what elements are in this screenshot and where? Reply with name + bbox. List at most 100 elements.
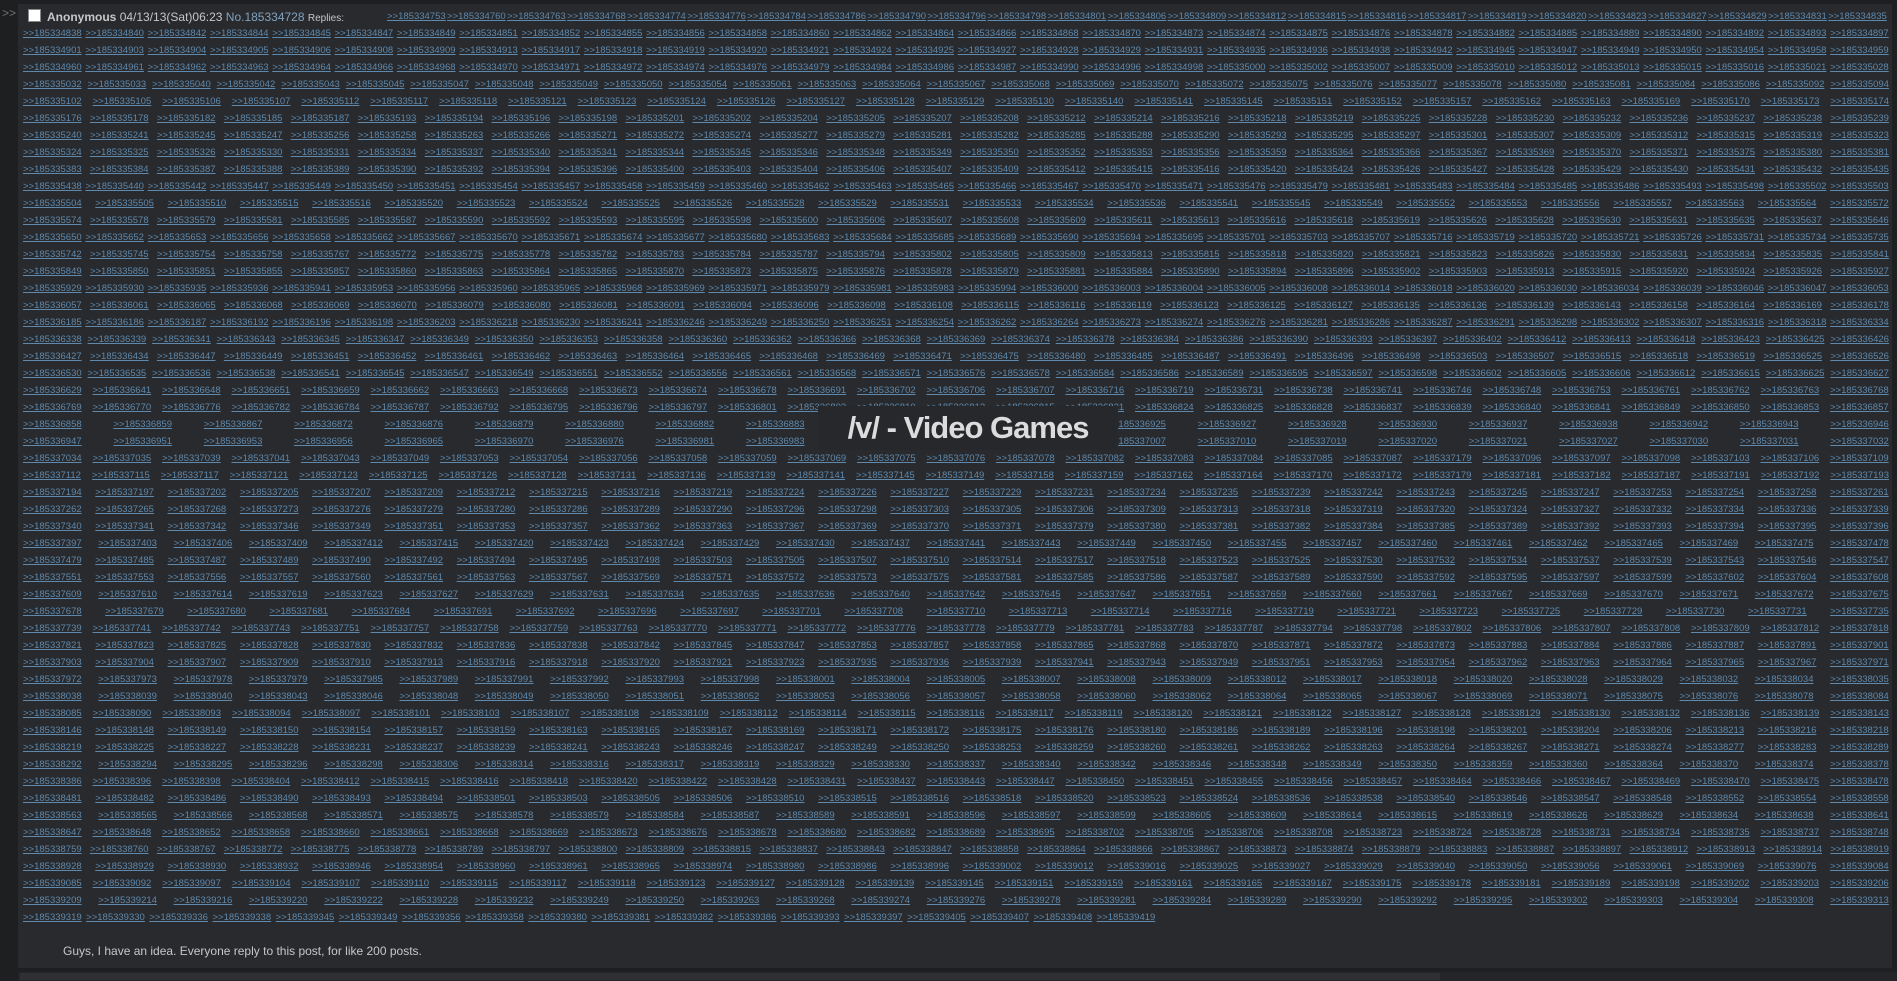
reply-link[interactable]: >>185337261 [1830,484,1889,501]
reply-link[interactable]: >>185338043 [249,688,308,705]
reply-link[interactable]: >>185337172 [1343,467,1402,484]
reply-link[interactable]: >>185337739 [23,620,82,637]
reply-link[interactable]: >>185335556 [1541,195,1600,212]
reply-link[interactable]: >>185335128 [856,93,915,110]
reply-link[interactable]: >>185338470 [1691,773,1750,790]
reply-link[interactable]: >>185337669 [1529,586,1588,603]
reply-link[interactable]: >>185336597 [1314,365,1373,382]
reply-link[interactable]: >>185338946 [312,858,371,875]
reply-link[interactable]: >>185339165 [1204,875,1263,892]
reply-link[interactable]: >>185336485 [1094,348,1153,365]
reply-link[interactable]: >>185338051 [625,688,684,705]
reply-link[interactable]: >>185337556 [168,569,227,586]
reply-link[interactable]: >>185338283 [1758,739,1817,756]
reply-link[interactable]: >>185336629 [23,382,82,399]
reply-link[interactable]: >>185337503 [674,552,733,569]
reply-link[interactable]: >>185338241 [529,739,588,756]
reply-link[interactable]: >>185335864 [492,263,551,280]
reply-link[interactable]: >>185337627 [399,586,458,603]
reply-link[interactable]: >>185338597 [1002,807,1061,824]
reply-link[interactable]: >>185337043 [301,450,360,467]
reply-link[interactable]: >>185336938 [1559,416,1618,433]
reply-link[interactable]: >>185338431 [788,773,847,790]
reply-link[interactable]: >>185336552 [604,365,663,382]
reply-link[interactable]: >>185335225 [1362,110,1421,127]
reply-link[interactable]: >>185335598 [693,212,752,229]
reply-link[interactable]: >>185337921 [674,654,733,671]
reply-link[interactable]: >>185337992 [550,671,609,688]
reply-link[interactable]: >>185336491 [1228,348,1287,365]
reply-link[interactable]: >>185337523 [1180,552,1239,569]
reply-link[interactable]: >>185338107 [511,705,570,722]
reply-link[interactable]: >>185335470 [1082,178,1141,195]
reply-link[interactable]: >>185335606 [826,212,885,229]
reply-link[interactable]: >>185337465 [1604,535,1663,552]
reply-link[interactable]: >>185335015 [1643,59,1702,76]
reply-link[interactable]: >>185337547 [1830,552,1889,569]
reply-link[interactable]: >>185335875 [759,263,818,280]
reply-link[interactable]: >>185335430 [1630,161,1689,178]
reply-link[interactable]: >>185337920 [601,654,660,671]
reply-link[interactable]: >>185337794 [1274,620,1333,637]
reply-link[interactable]: >>185334763 [507,9,566,25]
reply-link[interactable]: >>185338314 [475,756,534,773]
reply-link[interactable]: >>185338706 [1205,824,1264,841]
reply-link[interactable]: >>185337268 [168,501,227,518]
reply-link[interactable]: >>185336464 [625,348,684,365]
reply-link[interactable]: >>185335194 [425,110,484,127]
reply-link[interactable]: >>185337572 [746,569,805,586]
reply-link[interactable]: >>185338261 [1180,739,1239,756]
reply-link[interactable]: >>185335653 [148,229,207,246]
reply-link[interactable]: >>185338578 [475,807,534,824]
reply-link[interactable]: >>185338678 [718,824,777,841]
reply-link[interactable]: >>185335462 [771,178,830,195]
reply-link[interactable]: >>185335141 [1134,93,1193,110]
reply-link[interactable]: >>185336953 [204,433,263,450]
reply-link[interactable]: >>185337342 [168,518,227,535]
reply-link[interactable]: >>185335033 [88,76,147,93]
reply-link[interactable]: >>185335205 [826,110,885,127]
reply-link[interactable]: >>185339358 [465,909,524,926]
reply-link[interactable]: >>185338447 [996,773,1055,790]
reply-link[interactable]: >>185339276 [927,892,986,909]
reply-link[interactable]: >>185335021 [1768,59,1827,76]
reply-link[interactable]: >>185334753 [387,9,446,25]
reply-link[interactable]: >>185336586 [1120,365,1179,382]
reply-link[interactable]: >>185336250 [771,314,830,331]
reply-link[interactable]: >>185335381 [1830,144,1889,161]
reply-link[interactable]: >>185337993 [625,671,684,688]
reply-link[interactable]: >>185334968 [397,59,456,76]
reply-link[interactable]: >>185338800 [559,841,618,858]
reply-link[interactable]: >>185338271 [1541,739,1600,756]
reply-link[interactable]: >>185337595 [1469,569,1528,586]
reply-link[interactable]: >>185335349 [893,144,952,161]
reply-link[interactable]: >>185339405 [907,909,966,926]
reply-link[interactable]: >>185337884 [1541,637,1600,654]
reply-link[interactable]: >>185338050 [550,688,609,705]
reply-link[interactable]: >>185337475 [1755,535,1814,552]
reply-link[interactable]: >>185339228 [399,892,458,909]
reply-link[interactable]: >>185338032 [1680,671,1739,688]
reply-link[interactable]: >>185336452 [358,348,417,365]
reply-link[interactable]: >>185336498 [1362,348,1421,365]
reply-link[interactable]: >>185337551 [23,569,82,586]
reply-link[interactable]: >>185336339 [88,331,147,348]
reply-link[interactable]: >>185336876 [384,416,443,433]
reply-link[interactable]: >>185337575 [890,569,949,586]
reply-link[interactable]: >>185337883 [1469,637,1528,654]
reply-link[interactable]: >>185335695 [1145,229,1204,246]
reply-link[interactable]: >>185334908 [335,42,394,59]
reply-link[interactable]: >>185339115 [440,875,498,892]
reply-link[interactable]: >>185336927 [1198,416,1257,433]
reply-link[interactable]: >>185336169 [1763,297,1822,314]
reply-link[interactable]: >>185337182 [1552,467,1611,484]
reply-link[interactable]: >>185335016 [1705,59,1764,76]
reply-link[interactable]: >>185336746 [1413,382,1472,399]
reply-link[interactable]: >>185338605 [1152,807,1211,824]
reply-link[interactable]: >>185335592 [492,212,551,229]
reply-link[interactable]: >>185338516 [890,790,949,807]
reply-link[interactable]: >>185338067 [1378,688,1437,705]
reply-link[interactable]: >>185338680 [788,824,847,841]
reply-link[interactable]: >>185337845 [674,637,733,654]
reply-link[interactable]: >>185335012 [1519,59,1578,76]
